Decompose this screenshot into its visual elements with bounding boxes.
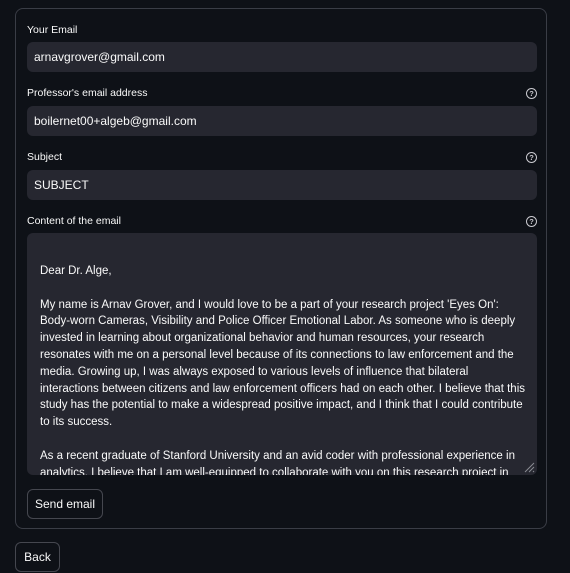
- back-button[interactable]: Back: [15, 542, 60, 572]
- email-paragraph: As a recent graduate of Stanford Univers…: [40, 449, 515, 475]
- question-circle-icon[interactable]: ?: [526, 216, 537, 227]
- email-paragraph: Dear Dr. Alge,: [40, 265, 112, 277]
- resize-grip-icon[interactable]: [523, 461, 535, 473]
- send-email-button[interactable]: Send email: [27, 489, 103, 519]
- question-circle-icon[interactable]: ?: [526, 88, 537, 99]
- professor-email-input[interactable]: boilernet00+algeb@gmail.com: [27, 106, 537, 136]
- question-circle-icon[interactable]: ?: [526, 152, 537, 163]
- subject-input[interactable]: SUBJECT: [27, 170, 537, 200]
- content-label: Content of the email: [27, 215, 121, 227]
- email-content-textarea[interactable]: Dear Dr. Alge, My name is Arnav Grover, …: [27, 233, 537, 475]
- subject-label: Subject: [27, 151, 63, 163]
- your-email-label: Your Email: [27, 24, 78, 36]
- professor-email-label: Professor's email address: [27, 87, 148, 99]
- email-paragraph: My name is Arnav Grover, and I would lov…: [40, 298, 525, 429]
- your-email-input[interactable]: arnavgrover@gmail.com: [27, 42, 537, 72]
